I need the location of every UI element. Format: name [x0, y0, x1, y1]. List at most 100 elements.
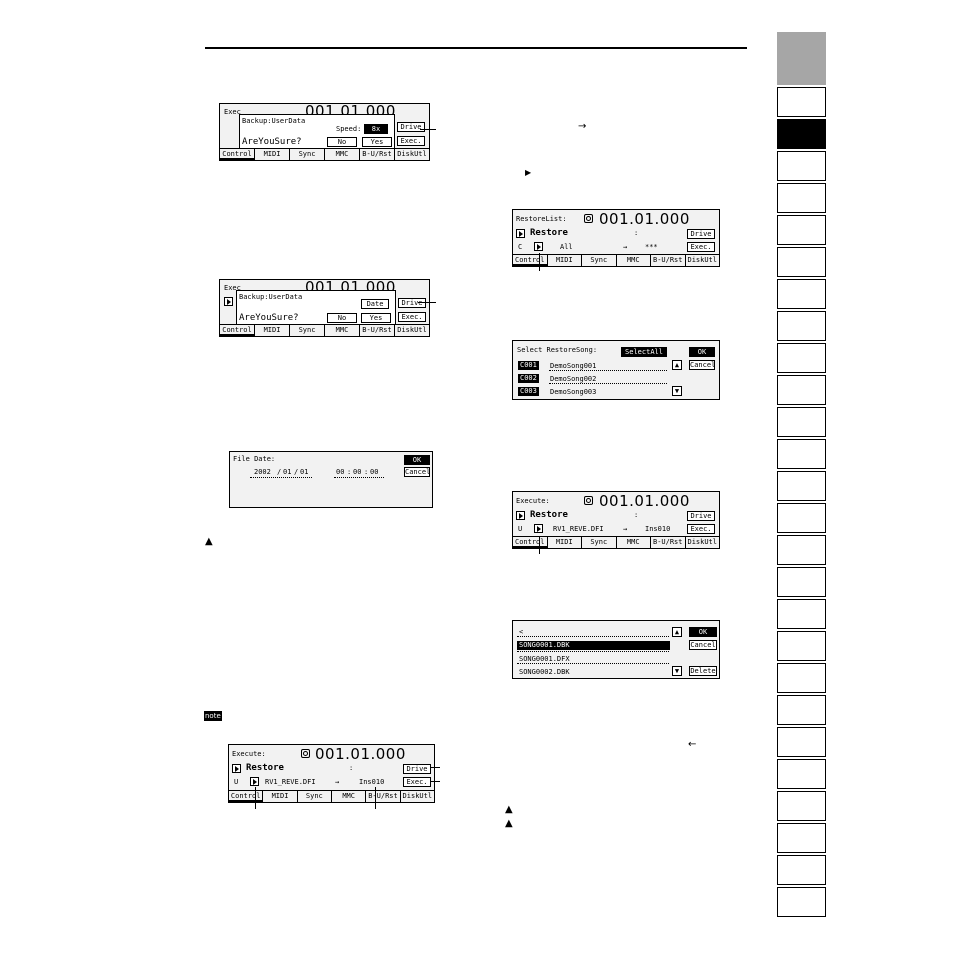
tab-sync[interactable]: Sync	[298, 791, 332, 802]
chapter-tab[interactable]	[777, 151, 826, 181]
select-source-icon[interactable]	[250, 777, 259, 786]
scroll-down-icon[interactable]: ▼	[672, 666, 682, 676]
tab-midi[interactable]: MIDI	[548, 537, 582, 548]
second-field[interactable]: 00	[370, 468, 378, 476]
select-source-icon[interactable]	[534, 242, 543, 251]
drive-button[interactable]: Drive	[687, 229, 715, 239]
chapter-tab[interactable]	[777, 663, 826, 693]
play-icon[interactable]	[232, 764, 241, 773]
cancel-button[interactable]: Cancel	[689, 360, 715, 370]
chapter-tab-active[interactable]	[777, 119, 826, 149]
chapter-tab[interactable]	[777, 823, 826, 853]
exec-button[interactable]: Exec.	[687, 524, 715, 534]
chapter-tab[interactable]	[777, 375, 826, 405]
tab-mmc[interactable]: MMC	[325, 149, 360, 160]
tab-backup-restore[interactable]: B-U/Rst	[360, 325, 395, 336]
drive-button[interactable]: Drive	[397, 122, 425, 132]
scroll-up-icon[interactable]: ▲	[672, 360, 682, 370]
chapter-tab[interactable]	[777, 535, 826, 565]
exec-button[interactable]: Exec.	[398, 312, 426, 322]
tab-midi[interactable]: MIDI	[263, 791, 298, 802]
exec-button[interactable]: Exec.	[403, 777, 431, 787]
tab-mmc[interactable]: MMC	[617, 537, 651, 548]
ok-button[interactable]: OK	[404, 455, 430, 465]
tab-midi[interactable]: MIDI	[255, 149, 290, 160]
chapter-tab[interactable]	[777, 791, 826, 821]
tab-control[interactable]: Control	[513, 537, 548, 548]
ok-button[interactable]: OK	[689, 627, 717, 637]
month-field[interactable]: 01	[283, 468, 291, 476]
chapter-tab[interactable]	[777, 727, 826, 757]
file-item[interactable]: SONG0001.DFX	[519, 655, 570, 663]
hour-field[interactable]: 00	[336, 468, 344, 476]
chapter-tab[interactable]	[777, 87, 826, 117]
chapter-tab[interactable]	[777, 311, 826, 341]
tab-control[interactable]: Control	[513, 255, 548, 266]
minute-field[interactable]: 00	[353, 468, 361, 476]
tab-disk-utility[interactable]: DiskUtl	[686, 255, 720, 266]
chapter-tab-current-section[interactable]	[777, 32, 826, 85]
tab-backup-restore[interactable]: B-U/Rst	[651, 537, 686, 548]
chapter-tab[interactable]	[777, 695, 826, 725]
select-all-button[interactable]: SelectAll	[621, 347, 667, 357]
select-source-icon[interactable]	[534, 524, 543, 533]
chapter-tab[interactable]	[777, 279, 826, 309]
yes-button[interactable]: Yes	[361, 313, 391, 323]
tab-mmc[interactable]: MMC	[617, 255, 651, 266]
tab-disk-utility[interactable]: DiskUtl	[686, 537, 720, 548]
chapter-tab[interactable]	[777, 759, 826, 789]
tab-mmc[interactable]: MMC	[325, 325, 360, 336]
day-field[interactable]: 01	[300, 468, 308, 476]
file-item-selected[interactable]: SONG0001.DBK	[517, 641, 670, 650]
chapter-tab[interactable]	[777, 471, 826, 501]
tab-midi[interactable]: MIDI	[255, 325, 290, 336]
chapter-tab[interactable]	[777, 599, 826, 629]
tab-mmc[interactable]: MMC	[332, 791, 367, 802]
chapter-tab[interactable]	[777, 503, 826, 533]
drive-button[interactable]: Drive	[398, 298, 426, 308]
drive-button[interactable]: Drive	[403, 764, 431, 774]
yes-button[interactable]: Yes	[362, 137, 392, 147]
tab-control[interactable]: Control	[220, 325, 255, 336]
exec-button[interactable]: Exec.	[687, 242, 715, 252]
chapter-tab[interactable]	[777, 887, 826, 917]
tab-sync[interactable]: Sync	[290, 325, 325, 336]
delete-button[interactable]: Delete	[689, 666, 717, 676]
chapter-tab[interactable]	[777, 631, 826, 661]
chapter-tab[interactable]	[777, 247, 826, 277]
cancel-button[interactable]: Cancel	[404, 467, 430, 477]
tab-backup-restore[interactable]: B-U/Rst	[651, 255, 686, 266]
chapter-tab[interactable]	[777, 567, 826, 597]
chapter-tab[interactable]	[777, 183, 826, 213]
no-button[interactable]: No	[327, 313, 357, 323]
no-button[interactable]: No	[327, 137, 357, 147]
tab-backup-restore[interactable]: B-U/Rst	[366, 791, 401, 802]
chapter-tab[interactable]	[777, 343, 826, 373]
tab-disk-utility[interactable]: DiskUtl	[401, 791, 434, 802]
exec-button[interactable]: Exec.	[397, 136, 425, 146]
file-item[interactable]: SONG0002.DBK	[519, 668, 570, 676]
speed-value[interactable]: 8x	[364, 124, 388, 134]
chapter-tab[interactable]	[777, 215, 826, 245]
scroll-up-icon[interactable]: ▲	[672, 627, 682, 637]
play-icon[interactable]	[516, 229, 525, 238]
scroll-down-icon[interactable]: ▼	[672, 386, 682, 396]
date-button[interactable]: Date	[361, 299, 389, 309]
tab-control[interactable]: Control	[229, 791, 264, 802]
tab-midi[interactable]: MIDI	[548, 255, 582, 266]
chapter-tab[interactable]	[777, 407, 826, 437]
play-icon[interactable]	[224, 297, 233, 306]
tab-disk-utility[interactable]: DiskUtl	[395, 149, 429, 160]
chapter-tab[interactable]	[777, 439, 826, 469]
year-field[interactable]: 2002	[254, 468, 271, 476]
chapter-tab[interactable]	[777, 855, 826, 885]
tab-sync[interactable]: Sync	[582, 537, 617, 548]
tab-backup-restore[interactable]: B-U/Rst	[360, 149, 395, 160]
tab-sync[interactable]: Sync	[582, 255, 617, 266]
tab-sync[interactable]: Sync	[290, 149, 325, 160]
tab-disk-utility[interactable]: DiskUtl	[395, 325, 429, 336]
drive-button[interactable]: Drive	[687, 511, 715, 521]
tab-control[interactable]: Control	[220, 149, 255, 160]
ok-button[interactable]: OK	[689, 347, 715, 357]
cancel-button[interactable]: Cancel	[689, 640, 717, 650]
